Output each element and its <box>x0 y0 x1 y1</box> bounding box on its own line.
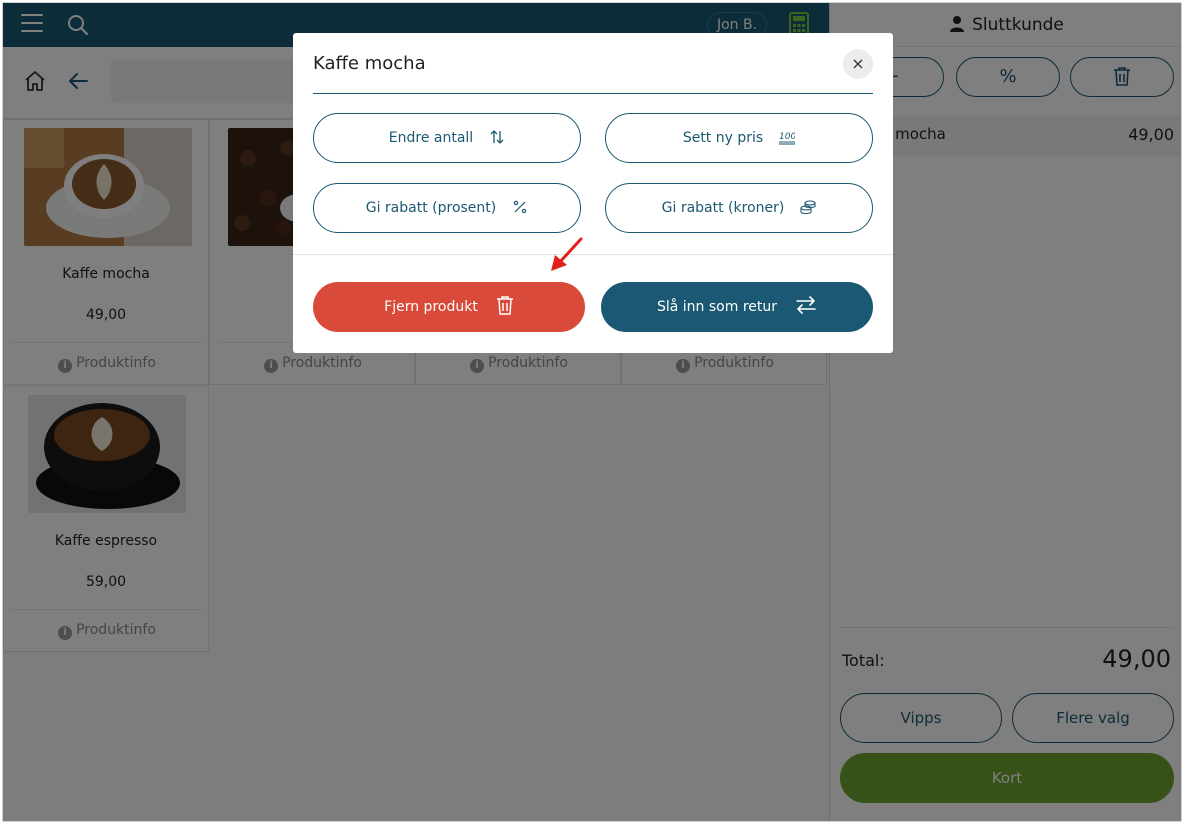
remove-product-label: Fjern produkt <box>384 299 478 315</box>
discount-kroner-button[interactable]: Gi rabatt (kroner) <box>605 183 873 233</box>
change-quantity-label: Endre antall <box>388 130 474 146</box>
product-options-dialog: Kaffe mocha × Endre antall Sett ny pris 1… <box>293 33 893 353</box>
hundred-icon: 100 <box>779 132 796 145</box>
remove-product-button[interactable]: Fjern produkt <box>313 282 585 332</box>
register-return-label: Slå inn som retur <box>656 299 778 315</box>
coins-icon <box>800 200 816 215</box>
set-new-price-button[interactable]: Sett ny pris 100 <box>605 113 873 163</box>
dialog-divider <box>293 254 893 255</box>
swap-arrows-icon <box>796 296 816 314</box>
trash-icon <box>496 296 513 315</box>
sort-arrows-icon <box>490 130 504 144</box>
change-quantity-button[interactable]: Endre antall <box>313 113 581 163</box>
register-return-button[interactable]: Slå inn som retur <box>601 282 873 332</box>
dialog-title: Kaffe mocha <box>313 53 426 74</box>
svg-text:100: 100 <box>779 132 795 142</box>
close-button[interactable]: × <box>843 49 873 79</box>
annotation-arrow-icon <box>551 237 583 271</box>
percent-icon <box>514 200 527 214</box>
title-divider <box>313 93 873 94</box>
set-new-price-label: Sett ny pris <box>682 130 764 146</box>
discount-percent-label: Gi rabatt (prosent) <box>365 200 497 216</box>
discount-kroner-label: Gi rabatt (kroner) <box>661 200 785 216</box>
discount-percent-button[interactable]: Gi rabatt (prosent) <box>313 183 581 233</box>
app-frame: Jon B. Kaffe mocha 49,00 iProduktinfo iP… <box>2 2 1182 822</box>
